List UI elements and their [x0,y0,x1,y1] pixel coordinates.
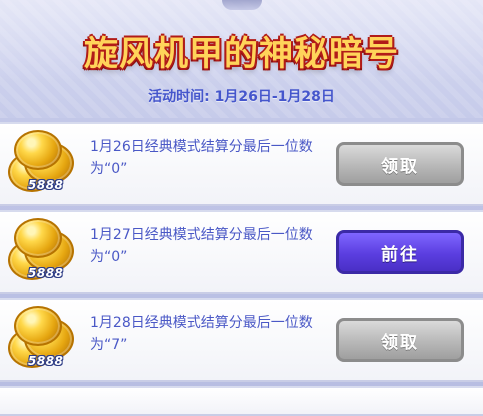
task-row-partial [0,386,483,416]
coin-stack-icon: 5888 [6,218,82,288]
task-row-2: 5888 1月27日经典模式结算分最后一位数为“0” 前往 [0,210,483,294]
task-description: 1月26日经典模式结算分最后一位数为“0” [90,139,313,177]
go-button[interactable]: 前往 [336,230,464,274]
reward-amount: 5888 [28,354,64,368]
task-description: 1月27日经典模式结算分最后一位数为“0” [90,227,313,265]
coin-stack-icon: 5888 [6,130,82,200]
coin-icon [14,306,62,346]
task-description: 1月28日经典模式结算分最后一位数为“7” [90,315,313,353]
event-header: 旋风机甲的神秘暗号 活动时间: 1月26日-1月28日 [0,0,483,118]
coin-icon [14,130,62,170]
claim-button[interactable]: 领取 [336,318,464,362]
event-title: 旋风机甲的神秘暗号 [84,34,399,74]
coin-icon [14,218,62,258]
header-ornament [222,0,262,10]
event-time: 活动时间: 1月26日-1月28日 [148,89,335,105]
task-list: 5888 1月26日经典模式结算分最后一位数为“0” 领取 5888 1月27日… [0,118,483,416]
coin-stack-icon: 5888 [6,306,82,376]
task-row-3: 5888 1月28日经典模式结算分最后一位数为“7” 领取 [0,298,483,382]
reward-amount: 5888 [28,178,64,192]
claim-button[interactable]: 领取 [336,142,464,186]
reward-amount: 5888 [28,266,64,280]
task-row-1: 5888 1月26日经典模式结算分最后一位数为“0” 领取 [0,122,483,206]
